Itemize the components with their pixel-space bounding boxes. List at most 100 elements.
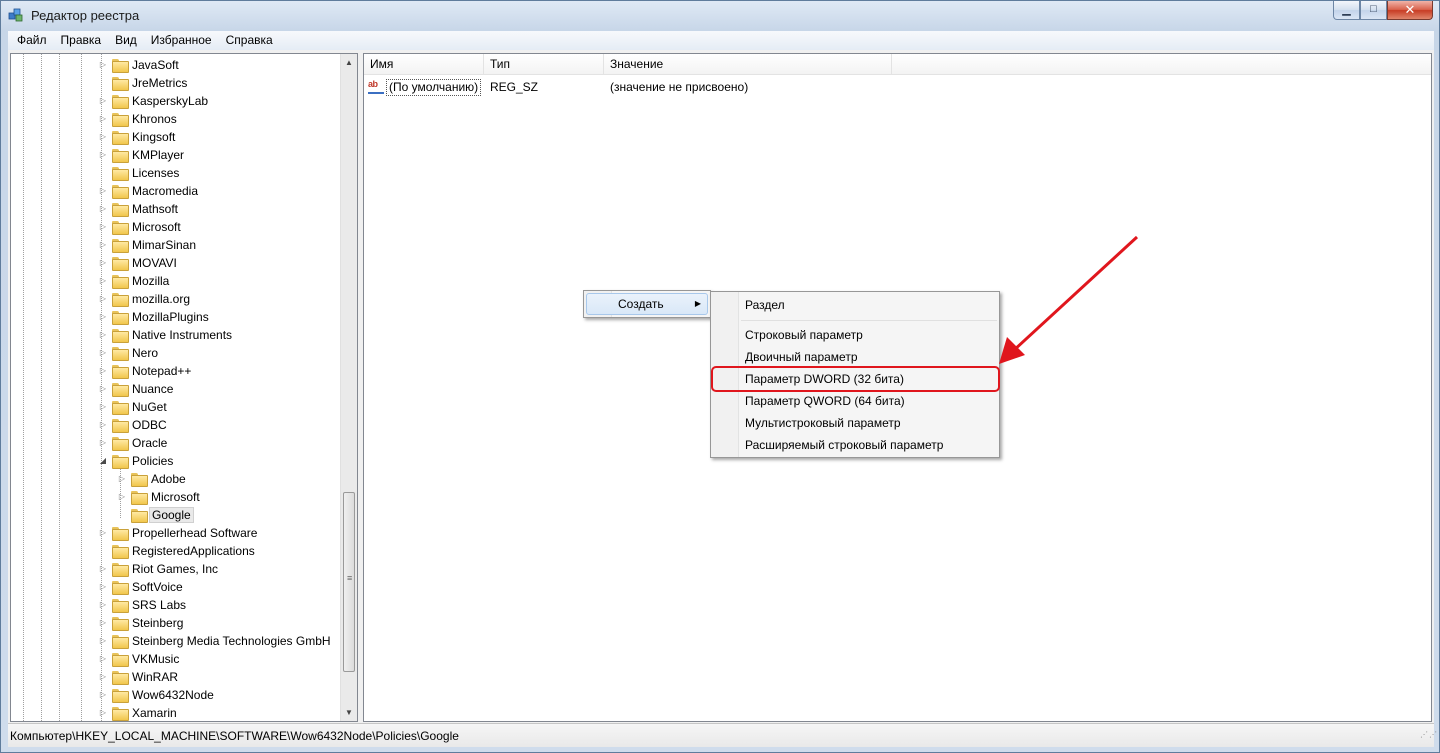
expand-arrow-icon[interactable]: ▷ [98,60,108,70]
menu-item-create[interactable]: Создать ▶ [586,293,708,315]
tree-item[interactable]: ▷ Oracle [98,434,169,452]
expand-arrow-icon [98,546,108,556]
scroll-down-icon[interactable]: ▼ [341,704,357,721]
submenu-item-expandable-string[interactable]: Расширяемый строковый параметр [713,434,997,456]
menu-view[interactable]: Вид [108,31,144,50]
title-bar[interactable]: Редактор реестра ▁ □ ✕ [1,1,1439,31]
column-name[interactable]: Имя [364,54,484,75]
list-item[interactable]: ab (По умолчанию) REG_SZ (значение не пр… [364,78,1431,96]
tree-item[interactable]: ▷ NuGet [98,398,169,416]
tree-item[interactable]: Licenses [98,164,181,182]
tree-item[interactable]: RegisteredApplications [98,542,257,560]
tree-item[interactable]: ◢ Policies [98,452,175,470]
resize-grip-icon[interactable]: ⋰⋰ [1420,731,1437,745]
expand-arrow-icon[interactable]: ▷ [98,294,108,304]
tree-item[interactable]: ▷ Microsoft [98,218,183,236]
close-button[interactable]: ✕ [1387,1,1433,20]
tree-item[interactable]: ▷ WinRAR [98,668,180,686]
tree-item[interactable]: ▷ MozillaPlugins [98,308,211,326]
expand-arrow-icon[interactable]: ▷ [98,186,108,196]
tree-item[interactable]: ▷ MOVAVI [98,254,179,272]
tree-item[interactable]: ▷ KasperskyLab [98,92,210,110]
column-type[interactable]: Тип [484,54,604,75]
menu-favorites[interactable]: Избранное [144,31,219,50]
expand-arrow-icon[interactable]: ▷ [98,258,108,268]
expand-arrow-icon[interactable]: ▷ [98,438,108,448]
menu-help[interactable]: Справка [219,31,280,50]
minimize-button[interactable]: ▁ [1333,1,1360,20]
expand-arrow-icon[interactable]: ▷ [98,402,108,412]
registry-tree[interactable]: ▷ JavaSoft JreMetrics ▷ KasperskyLab ▷ Khronos… [10,53,358,722]
submenu-item-qword[interactable]: Параметр QWORD (64 бита) [713,390,997,412]
menu-edit[interactable]: Правка [54,31,109,50]
submenu-item-multistring[interactable]: Мультистроковый параметр [713,412,997,434]
scroll-thumb[interactable]: ≡ [343,492,355,672]
expand-arrow-icon[interactable]: ▷ [98,204,108,214]
tree-item[interactable]: ▷ Adobe [117,470,188,488]
tree-item[interactable]: ▷ Nuance [98,380,175,398]
expand-arrow-icon[interactable]: ▷ [98,600,108,610]
expand-arrow-icon[interactable]: ▷ [98,96,108,106]
tree-item[interactable]: ▷ KMPlayer [98,146,186,164]
expand-arrow-icon[interactable]: ▷ [98,582,108,592]
tree-item[interactable]: Google [117,506,194,524]
expand-arrow-icon[interactable]: ▷ [117,492,127,502]
expand-arrow-icon[interactable]: ▷ [98,672,108,682]
tree-item[interactable]: ▷ Mozilla [98,272,171,290]
expand-arrow-icon[interactable]: ▷ [98,312,108,322]
expand-arrow-icon[interactable]: ▷ [98,690,108,700]
tree-item[interactable]: ▷ Khronos [98,110,179,128]
expand-arrow-icon[interactable]: ▷ [98,132,108,142]
collapse-arrow-icon[interactable]: ◢ [98,456,108,466]
tree-item[interactable]: ▷ Notepad++ [98,362,193,380]
tree-item[interactable]: ▷ mozilla.org [98,290,192,308]
tree-item[interactable]: ▷ Macromedia [98,182,200,200]
expand-arrow-icon[interactable]: ▷ [98,114,108,124]
tree-item[interactable]: JreMetrics [98,74,189,92]
tree-scrollbar[interactable]: ▲ ≡ ▼ [340,54,357,721]
tree-item[interactable]: ▷ SoftVoice [98,578,185,596]
tree-item[interactable]: ▷ Steinberg Media Technologies GmbH [98,632,333,650]
expand-arrow-icon[interactable]: ▷ [98,654,108,664]
tree-item[interactable]: ▷ Mathsoft [98,200,180,218]
tree-item[interactable]: ▷ ODBC [98,416,169,434]
expand-arrow-icon[interactable]: ▷ [98,348,108,358]
expand-arrow-icon[interactable]: ▷ [98,636,108,646]
tree-item-label: WinRAR [132,670,179,684]
expand-arrow-icon[interactable]: ▷ [98,222,108,232]
tree-item[interactable]: ▷ Nero [98,344,160,362]
expand-arrow-icon[interactable]: ▷ [98,366,108,376]
tree-item[interactable]: ▷ Wow6432Node [98,686,216,704]
maximize-button[interactable]: □ [1360,1,1387,20]
folder-icon [112,635,129,649]
expand-arrow-icon[interactable]: ▷ [98,528,108,538]
tree-item[interactable]: ▷ Kingsoft [98,128,177,146]
tree-item[interactable]: ▷ Propellerhead Software [98,524,259,542]
tree-item[interactable]: ▷ Microsoft [117,488,202,506]
expand-arrow-icon[interactable]: ▷ [117,474,127,484]
tree-item[interactable]: ▷ Steinberg [98,614,185,632]
folder-icon [112,221,129,235]
submenu-item-key[interactable]: Раздел [713,294,997,316]
expand-arrow-icon[interactable]: ▷ [98,330,108,340]
tree-item[interactable]: ▷ Native Instruments [98,326,234,344]
tree-item[interactable]: ▷ Xamarin [98,704,179,721]
tree-item[interactable]: ▷ VKMusic [98,650,181,668]
submenu-item-binary[interactable]: Двоичный параметр [713,346,997,368]
expand-arrow-icon[interactable]: ▷ [98,240,108,250]
expand-arrow-icon[interactable]: ▷ [98,708,108,718]
expand-arrow-icon[interactable]: ▷ [98,384,108,394]
menu-file[interactable]: Файл [10,31,54,50]
expand-arrow-icon[interactable]: ▷ [98,276,108,286]
submenu-item-string[interactable]: Строковый параметр [713,324,997,346]
column-value[interactable]: Значение [604,54,892,75]
tree-item[interactable]: ▷ Riot Games, Inc [98,560,220,578]
tree-item[interactable]: ▷ MimarSinan [98,236,198,254]
tree-item[interactable]: ▷ JavaSoft [98,56,181,74]
expand-arrow-icon[interactable]: ▷ [98,618,108,628]
expand-arrow-icon[interactable]: ▷ [98,150,108,160]
expand-arrow-icon[interactable]: ▷ [98,420,108,430]
expand-arrow-icon[interactable]: ▷ [98,564,108,574]
tree-item[interactable]: ▷ SRS Labs [98,596,188,614]
scroll-up-icon[interactable]: ▲ [341,54,357,71]
